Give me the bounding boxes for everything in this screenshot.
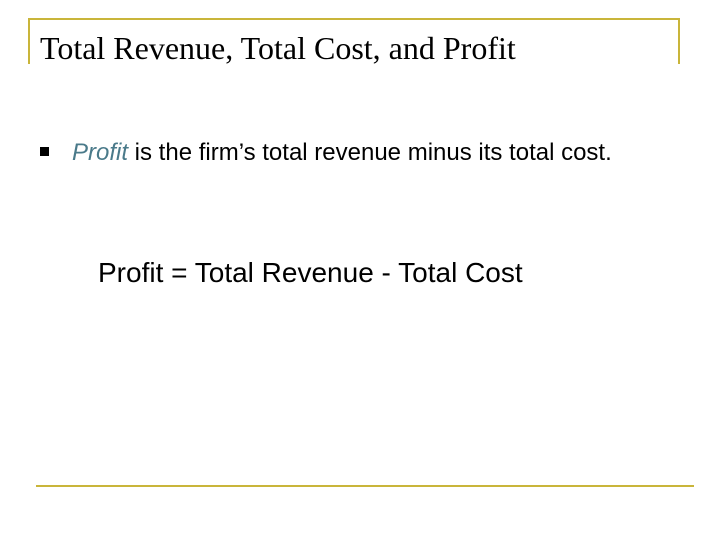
term-profit: Profit xyxy=(72,139,129,166)
square-bullet-icon xyxy=(40,147,49,156)
profit-formula: Profit = Total Revenue - Total Cost xyxy=(98,257,523,288)
bullet-definition: is the firm’s total revenue minus its to… xyxy=(128,139,612,166)
bullet-text: Profit is the firm’s total revenue minus… xyxy=(72,136,672,170)
bottom-rule xyxy=(36,485,694,487)
slide-title: Total Revenue, Total Cost, and Profit xyxy=(40,30,516,66)
slide: Total Revenue, Total Cost, and Profit Pr… xyxy=(0,0,720,540)
top-rule xyxy=(28,18,680,20)
left-rule xyxy=(28,18,30,64)
right-rule xyxy=(678,18,680,64)
